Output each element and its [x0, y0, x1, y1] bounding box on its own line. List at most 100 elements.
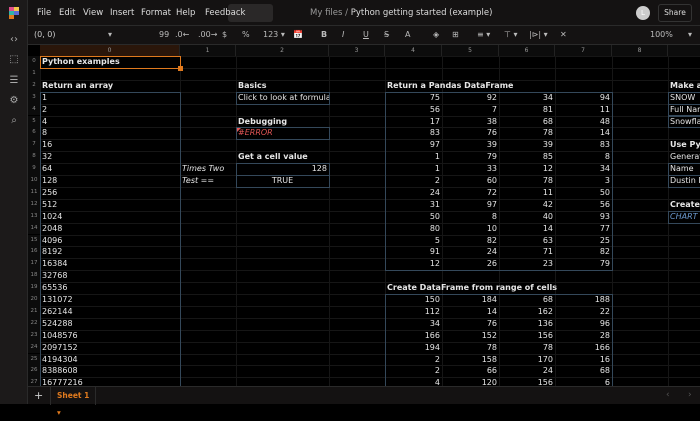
- dataframe-cell[interactable]: 28: [555, 330, 612, 342]
- row-header[interactable]: 5: [28, 115, 40, 128]
- row-header[interactable]: 13: [28, 210, 40, 223]
- row-header[interactable]: 25: [28, 353, 40, 366]
- text-color-button[interactable]: A: [405, 30, 410, 39]
- array-cell[interactable]: 256: [40, 187, 180, 199]
- dataframe-cell[interactable]: 2: [385, 354, 442, 366]
- dataframe-cell[interactable]: 82: [442, 235, 499, 247]
- row-header[interactable]: 12: [28, 198, 40, 211]
- dataframe-cell[interactable]: 162: [499, 306, 555, 318]
- dataframe-cell[interactable]: 150: [385, 294, 442, 306]
- dataframe-cell[interactable]: 76: [442, 318, 499, 330]
- dataframe-cell[interactable]: 1: [385, 163, 442, 175]
- dataframe-cell[interactable]: 170: [499, 354, 555, 366]
- section-heading[interactable]: Return a Pandas DataFrame: [385, 80, 612, 92]
- column-header[interactable]: 8: [612, 45, 668, 56]
- dataframe-cell[interactable]: 56: [555, 199, 612, 211]
- dataframe-cell[interactable]: 17: [385, 116, 442, 128]
- increase-decimal-button[interactable]: .00→: [198, 30, 217, 39]
- row-header[interactable]: 21: [28, 305, 40, 318]
- array-cell[interactable]: 32: [40, 151, 180, 163]
- dataframe-cell[interactable]: 166: [555, 342, 612, 354]
- search-icon[interactable]: ⌕: [7, 114, 21, 128]
- dataframe-cell[interactable]: 158: [442, 354, 499, 366]
- section-heading[interactable]: Use Pyt: [668, 139, 700, 151]
- percent-format-button[interactable]: %: [242, 30, 250, 39]
- row-header[interactable]: 15: [28, 234, 40, 247]
- column-header[interactable]: [668, 45, 700, 56]
- array-cell[interactable]: 128: [40, 175, 180, 187]
- sheet-tab-sheet-1[interactable]: Sheet 1 ▾: [50, 387, 96, 417]
- dataframe-cell[interactable]: 14: [499, 223, 555, 235]
- dataframe-cell[interactable]: 71: [499, 246, 555, 258]
- array-cell[interactable]: 16777216: [40, 377, 180, 386]
- dataframe-cell[interactable]: 91: [385, 246, 442, 258]
- dataframe-cell[interactable]: 152: [442, 330, 499, 342]
- dataframe-cell[interactable]: 31: [385, 199, 442, 211]
- dataframe-cell[interactable]: 96: [555, 318, 612, 330]
- array-cell[interactable]: 1024: [40, 211, 180, 223]
- section-heading[interactable]: Basics: [236, 80, 329, 92]
- dataframe-cell[interactable]: 63: [499, 235, 555, 247]
- dataframe-cell[interactable]: 34: [385, 318, 442, 330]
- array-cell[interactable]: 4194304: [40, 354, 180, 366]
- dataframe-cell[interactable]: 3: [555, 175, 612, 187]
- row-header[interactable]: 16: [28, 246, 40, 259]
- row-header[interactable]: 20: [28, 294, 40, 306]
- row-header[interactable]: 1: [28, 67, 40, 80]
- dataframe-cell[interactable]: 24: [385, 187, 442, 199]
- cell-reference-input[interactable]: (0, 0): [34, 30, 56, 39]
- dataframe-cell[interactable]: 85: [499, 151, 555, 163]
- spreadsheet-grid[interactable]: 0 1 2 3 4 5 6 7 8 0 1 2 3 4 5 6 7 8 9 10 11 12 13 14 15 16 17 18 19 2…: [28, 45, 700, 386]
- add-sheet-button[interactable]: +: [34, 389, 43, 402]
- dataframe-cell[interactable]: 68: [555, 365, 612, 377]
- borders-button[interactable]: ⊞: [452, 30, 459, 39]
- decrease-decimal-button[interactable]: .0←: [175, 30, 189, 39]
- array-cell[interactable]: 131072: [40, 294, 180, 306]
- dataframe-cell[interactable]: 56: [385, 104, 442, 116]
- array-cell[interactable]: 2097152: [40, 342, 180, 354]
- dataframe-cell[interactable]: 12: [499, 163, 555, 175]
- cell-ref-dropdown-icon[interactable]: ▾: [108, 30, 112, 39]
- horizontal-align-button[interactable]: ≡ ▾: [477, 30, 490, 39]
- dataframe-cell[interactable]: 92: [442, 92, 499, 104]
- row-header[interactable]: 7: [28, 139, 40, 152]
- dataframe-cell[interactable]: 8: [442, 211, 499, 223]
- row-header[interactable]: 6: [28, 127, 40, 140]
- array-cell[interactable]: 8388608: [40, 365, 180, 377]
- menu-help[interactable]: Help: [176, 8, 195, 18]
- row-header[interactable]: 0: [28, 56, 40, 68]
- menu-feedback[interactable]: Feedback: [205, 8, 245, 18]
- dataframe-cell[interactable]: 26: [442, 258, 499, 270]
- column-header[interactable]: 7: [555, 45, 612, 56]
- dataframe-cell[interactable]: 80: [385, 223, 442, 235]
- dataframe-cell[interactable]: 120: [442, 377, 499, 386]
- row-header[interactable]: 3: [28, 91, 40, 104]
- dataframe-cell[interactable]: 14: [442, 306, 499, 318]
- dataframe-cell[interactable]: 23: [499, 258, 555, 270]
- section-heading[interactable]: Get a cell value: [236, 151, 329, 163]
- dataframe-cell[interactable]: 12: [385, 258, 442, 270]
- column-header[interactable]: 3: [329, 45, 385, 56]
- array-cell[interactable]: 4: [40, 116, 180, 128]
- row-header[interactable]: 24: [28, 341, 40, 354]
- section-heading[interactable]: Create DataFrame from range of cells: [385, 282, 612, 294]
- array-cell[interactable]: 8: [40, 127, 180, 139]
- dataframe-cell[interactable]: 24: [499, 365, 555, 377]
- dataframe-cell[interactable]: 22: [555, 306, 612, 318]
- dataframe-cell[interactable]: 97: [385, 139, 442, 151]
- dataframe-cell[interactable]: 34: [555, 163, 612, 175]
- dataframe-cell[interactable]: 1: [385, 151, 442, 163]
- dataframe-cell[interactable]: 79: [442, 151, 499, 163]
- dataframe-cell[interactable]: 194: [385, 342, 442, 354]
- dataframe-cell[interactable]: 34: [499, 92, 555, 104]
- code-icon[interactable]: ‹›: [7, 33, 21, 47]
- menu-file[interactable]: File: [37, 8, 51, 18]
- array-cell[interactable]: 4096: [40, 235, 180, 247]
- dataframe-cell[interactable]: 66: [442, 365, 499, 377]
- dataframe-cell[interactable]: 60: [442, 175, 499, 187]
- dataframe-cell[interactable]: 81: [499, 104, 555, 116]
- section-heading[interactable]: Create a: [668, 199, 700, 211]
- section-heading[interactable]: Return an array: [40, 80, 180, 92]
- array-cell[interactable]: 262144: [40, 306, 180, 318]
- row-header[interactable]: 8: [28, 151, 40, 164]
